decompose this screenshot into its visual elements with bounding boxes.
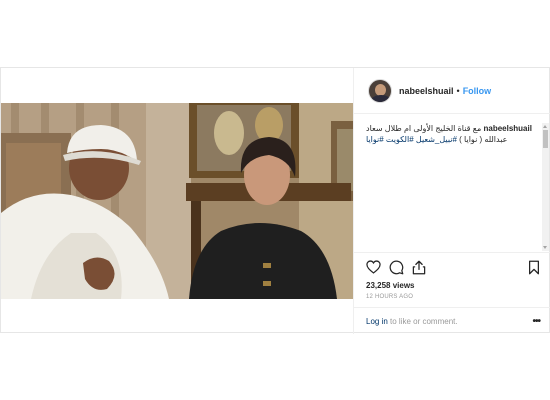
- video-frame: [1, 103, 353, 299]
- heart-icon[interactable]: [366, 260, 381, 274]
- login-suffix: to like or comment.: [387, 316, 458, 326]
- caption-hashtags[interactable]: #نبيل_شعيل #الكويت #نوايا: [366, 135, 457, 144]
- bookmark-icon[interactable]: [528, 260, 540, 275]
- follow-button[interactable]: Follow: [463, 86, 492, 96]
- post-timestamp[interactable]: 12 HOURS AGO: [366, 294, 540, 300]
- caption: nabeelshuail مع قناة الخليج الأولى ام طل…: [366, 123, 540, 145]
- instagram-post: nabeelshuail • Follow nabeelshuail مع قن…: [0, 67, 550, 334]
- login-bar: Log in to like or comment. •••: [354, 307, 550, 334]
- scroll-down-icon[interactable]: [543, 246, 547, 249]
- caption-scrollbar[interactable]: [542, 123, 549, 251]
- avatar[interactable]: [368, 78, 392, 103]
- author-username[interactable]: nabeelshuail: [399, 86, 454, 96]
- caption-username[interactable]: nabeelshuail: [483, 124, 531, 133]
- separator-dot: •: [456, 85, 460, 96]
- action-bar: 23,258 views 12 HOURS AGO: [354, 252, 550, 300]
- comment-icon[interactable]: [389, 260, 404, 275]
- share-icon[interactable]: [412, 260, 426, 275]
- scroll-up-icon[interactable]: [543, 125, 547, 128]
- login-link[interactable]: Log in: [366, 317, 388, 326]
- scroll-thumb[interactable]: [543, 130, 548, 148]
- more-options-icon[interactable]: •••: [532, 316, 540, 327]
- view-count[interactable]: 23,258 views: [366, 281, 540, 290]
- post-sidebar: nabeelshuail • Follow nabeelshuail مع قن…: [353, 68, 550, 334]
- post-header: nabeelshuail • Follow: [354, 68, 550, 114]
- post-video[interactable]: [1, 103, 353, 299]
